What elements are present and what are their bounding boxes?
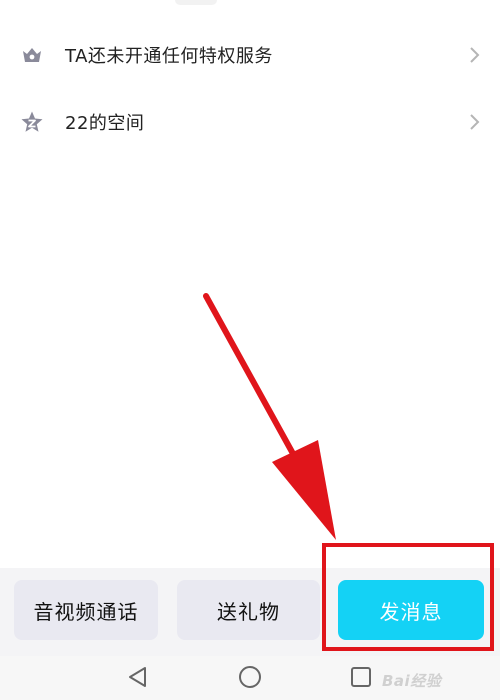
crown-icon <box>20 43 44 67</box>
triangle-back-icon[interactable] <box>124 662 154 692</box>
send-gift-button[interactable]: 送礼物 <box>177 580 320 640</box>
space-label: 22的空间 <box>65 113 145 134</box>
send-message-button[interactable]: 发消息 <box>338 580 484 640</box>
star-icon <box>20 110 44 134</box>
circle-home-icon[interactable] <box>235 662 265 692</box>
profile-screen: TA还未开通任何特权服务 22的空间 音视频通话 送礼物 发消息 Bai经验 <box>0 0 500 700</box>
av-call-button[interactable]: 音视频通话 <box>14 580 158 640</box>
top-divider <box>175 0 217 5</box>
chevron-right-icon <box>470 47 480 63</box>
watermark: Bai经验 <box>382 672 442 690</box>
chevron-right-icon <box>470 114 480 130</box>
privilege-row[interactable]: TA还未开通任何特权服务 <box>0 25 500 85</box>
privilege-label: TA还未开通任何特权服务 <box>65 46 273 67</box>
square-recent-icon[interactable] <box>346 662 376 692</box>
space-row[interactable]: 22的空间 <box>0 92 500 152</box>
